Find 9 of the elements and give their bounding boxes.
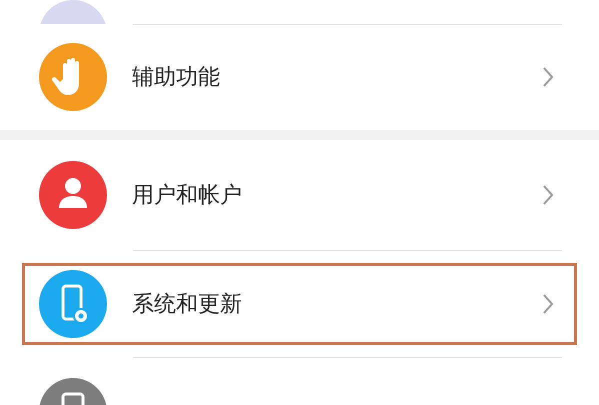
chevron-icon xyxy=(542,292,554,314)
highlight-frame[interactable]: 系统和更新 xyxy=(22,262,577,344)
chevron-icon xyxy=(542,184,554,206)
settings-item-label: 辅助功能 xyxy=(132,64,221,92)
settings-item-label: 用户和帐户 xyxy=(132,182,243,210)
settings-row[interactable]: 用户和帐户 xyxy=(0,140,599,250)
settings-row[interactable]: 辅助功能 xyxy=(0,24,599,130)
settings-item-label: 系统和更新 xyxy=(132,290,243,318)
chevron-icon xyxy=(542,66,554,88)
